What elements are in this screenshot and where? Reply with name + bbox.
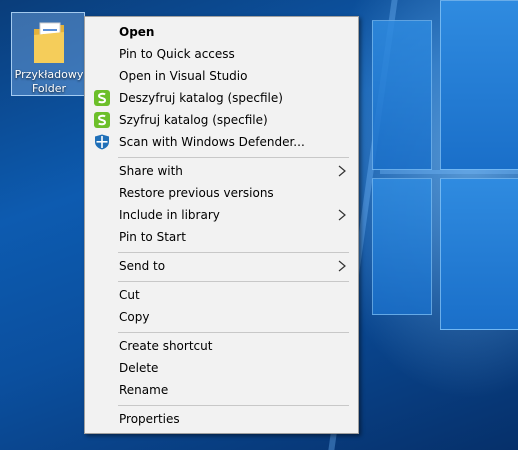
desktop-folder-item[interactable]: Przykładowy Folder <box>11 12 85 96</box>
menu-item-label: Properties <box>119 412 180 426</box>
menu-item-delete[interactable]: Delete <box>85 357 358 379</box>
menu-item-label: Send to <box>119 259 166 273</box>
menu-item-label: Rename <box>119 383 169 397</box>
folder-icon <box>34 22 64 63</box>
menu-item-label: Open <box>119 25 155 39</box>
menu-item-open-visual-studio[interactable]: Open in Visual Studio <box>85 65 358 87</box>
menu-item-pin-quick-access[interactable]: Pin to Quick access <box>85 43 358 65</box>
windows-logo-pane <box>372 20 432 170</box>
chevron-right-icon <box>338 260 346 272</box>
context-menu: Open Pin to Quick access Open in Visual … <box>84 16 359 434</box>
menu-item-send-to[interactable]: Send to <box>85 255 358 277</box>
menu-item-label: Cut <box>119 288 140 302</box>
menu-item-share-with[interactable]: Share with <box>85 160 358 182</box>
specfile-icon <box>94 90 110 106</box>
windows-logo-pane <box>372 178 432 315</box>
menu-separator <box>118 157 349 158</box>
menu-item-properties[interactable]: Properties <box>85 408 358 430</box>
menu-item-label: Create shortcut <box>119 339 213 353</box>
desktop-folder-label: Przykładowy Folder <box>12 68 86 96</box>
menu-item-label: Copy <box>119 310 150 324</box>
menu-item-pin-start[interactable]: Pin to Start <box>85 226 358 248</box>
folder-label-line-2: Folder <box>32 82 66 95</box>
menu-item-rename[interactable]: Rename <box>85 379 358 401</box>
windows-defender-icon <box>95 134 109 150</box>
menu-item-cut[interactable]: Cut <box>85 284 358 306</box>
menu-item-label: Deszyfruj katalog (specfile) <box>119 91 283 105</box>
light-beam <box>380 170 518 174</box>
menu-item-label: Share with <box>119 164 183 178</box>
menu-separator <box>118 332 349 333</box>
menu-item-label: Open in Visual Studio <box>119 69 248 83</box>
menu-item-label: Restore previous versions <box>119 186 274 200</box>
menu-item-label: Pin to Start <box>119 230 186 244</box>
menu-item-scan-defender[interactable]: Scan with Windows Defender... <box>85 131 358 153</box>
folder-label-line-1: Przykładowy <box>14 68 84 81</box>
windows-logo-pane <box>440 178 518 330</box>
menu-item-include-library[interactable]: Include in library <box>85 204 358 226</box>
chevron-right-icon <box>338 209 346 221</box>
windows-logo-pane <box>440 0 518 170</box>
menu-item-encrypt-folder[interactable]: Szyfruj katalog (specfile) <box>85 109 358 131</box>
menu-item-label: Pin to Quick access <box>119 47 235 61</box>
menu-item-decrypt-folder[interactable]: Deszyfruj katalog (specfile) <box>85 87 358 109</box>
menu-item-copy[interactable]: Copy <box>85 306 358 328</box>
menu-item-label: Delete <box>119 361 159 375</box>
menu-item-create-shortcut[interactable]: Create shortcut <box>85 335 358 357</box>
menu-item-label: Szyfruj katalog (specfile) <box>119 113 268 127</box>
menu-separator <box>118 281 349 282</box>
menu-item-restore-versions[interactable]: Restore previous versions <box>85 182 358 204</box>
menu-separator <box>118 405 349 406</box>
chevron-right-icon <box>338 165 346 177</box>
menu-item-open[interactable]: Open <box>85 21 358 43</box>
menu-item-label: Include in library <box>119 208 220 222</box>
menu-item-label: Scan with Windows Defender... <box>119 135 305 149</box>
menu-separator <box>118 252 349 253</box>
specfile-icon <box>94 112 110 128</box>
